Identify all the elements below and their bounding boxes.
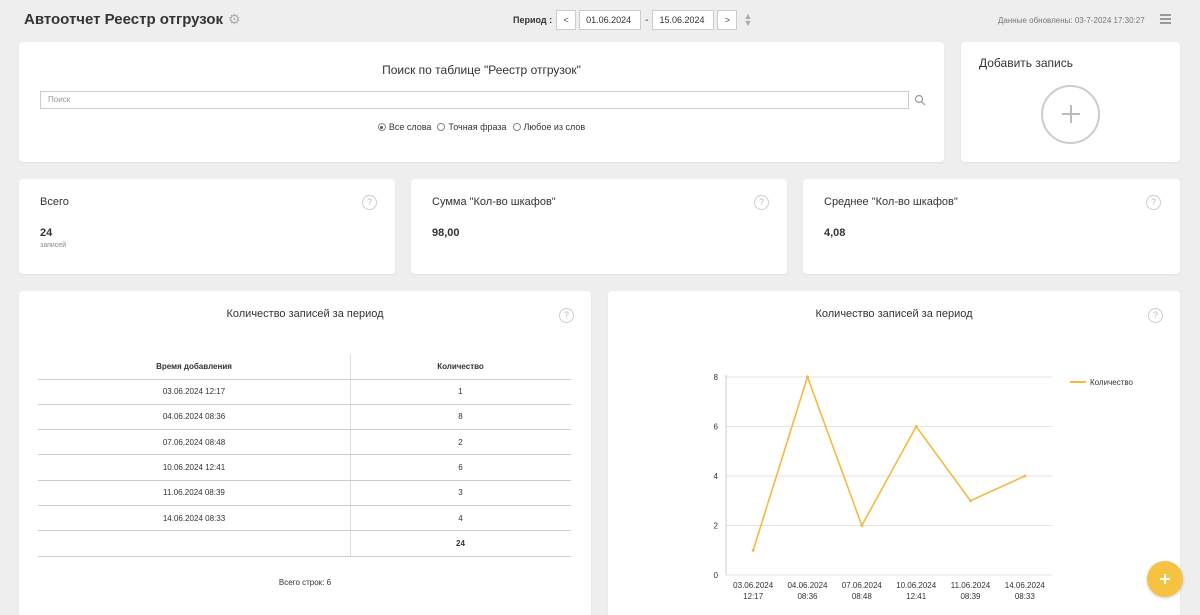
table-row[interactable]: 11.06.2024 08:39 3 bbox=[38, 480, 571, 506]
data-point bbox=[1023, 474, 1027, 478]
cell-time: 14.06.2024 08:33 bbox=[38, 505, 350, 532]
cell-total: 24 bbox=[350, 530, 571, 557]
stat-title: Всего bbox=[40, 196, 69, 208]
help-icon[interactable]: ? bbox=[754, 195, 769, 210]
table-row[interactable]: 14.06.2024 08:33 4 bbox=[38, 505, 571, 532]
stat-value: 24 bbox=[40, 227, 53, 239]
search-input[interactable]: Поиск bbox=[40, 91, 909, 109]
cell-time: 11.06.2024 08:39 bbox=[38, 480, 350, 506]
search-icon[interactable] bbox=[914, 94, 926, 106]
cell-count: 2 bbox=[350, 429, 571, 456]
radio-label: Любое из слов bbox=[523, 122, 586, 132]
period-label: Период : bbox=[513, 15, 553, 25]
data-point bbox=[969, 499, 972, 503]
legend-label: Количество bbox=[1090, 378, 1134, 387]
stat-card-sum: Сумма "Кол-во шкафов" 98,00 ? bbox=[411, 179, 787, 274]
x-tick-label: 14.06.2024 08:33 bbox=[1005, 581, 1046, 601]
stat-subtitle: записей bbox=[40, 242, 67, 249]
help-icon[interactable]: ? bbox=[559, 308, 574, 323]
cell-empty bbox=[38, 530, 350, 557]
period-selector: Период : < 01.06.2024 - 15.06.2024 > ▲ ▼ bbox=[513, 10, 752, 30]
stat-card-total: Всего 24 записей ? bbox=[19, 179, 395, 274]
data-point bbox=[860, 524, 864, 527]
help-icon[interactable]: ? bbox=[362, 195, 377, 210]
prev-period-button[interactable]: < bbox=[556, 10, 577, 30]
add-record-title: Добавить запись bbox=[979, 56, 1073, 70]
y-tick-label: 2 bbox=[714, 522, 719, 531]
floating-add-button[interactable] bbox=[1147, 561, 1183, 597]
y-tick-label: 8 bbox=[714, 373, 719, 382]
data-point bbox=[914, 425, 918, 428]
stat-value: 98,00 bbox=[432, 227, 460, 239]
cell-count: 8 bbox=[350, 404, 571, 431]
line-chart: 0 2 4 6 8 03.06.2024 12:17 04.06.2024 08:36 07.06… bbox=[714, 373, 1134, 601]
records-chart-panel: Количество записей за период ? 0 2 4 6 8 03.0… bbox=[608, 291, 1180, 615]
sort-icon[interactable]: ▲ ▼ bbox=[743, 12, 752, 28]
help-icon[interactable]: ? bbox=[1146, 195, 1161, 210]
date-from-input[interactable]: 01.06.2024 bbox=[579, 10, 642, 30]
data-point bbox=[806, 375, 809, 379]
gear-icon[interactable]: ⚙ bbox=[228, 12, 242, 26]
y-tick-label: 4 bbox=[714, 472, 719, 481]
x-tick-label: 07.06.2024 08:48 bbox=[842, 581, 883, 601]
cell-time: 04.06.2024 08:36 bbox=[38, 404, 350, 431]
cell-time: 07.06.2024 08:48 bbox=[38, 429, 350, 456]
cell-count: 6 bbox=[350, 454, 571, 481]
top-bar: Автоотчет Реестр отгрузок ⚙ Период : < 0… bbox=[0, 0, 1200, 40]
cell-count: 4 bbox=[350, 505, 571, 532]
x-tick-label: 03.06.2024 12:17 bbox=[733, 581, 774, 601]
cell-count: 3 bbox=[350, 480, 571, 506]
radio-label: Все слова bbox=[388, 122, 432, 132]
radio-exact-phrase[interactable]: Точная фраза bbox=[437, 122, 507, 132]
stat-title: Сумма "Кол-во шкафов" bbox=[432, 196, 556, 208]
column-header[interactable]: Время добавления bbox=[38, 354, 350, 380]
radio-label: Точная фраза bbox=[448, 122, 507, 132]
date-to-input[interactable]: 15.06.2024 bbox=[652, 10, 715, 30]
stat-value: 4,08 bbox=[824, 227, 846, 239]
radio-indicator[interactable] bbox=[512, 123, 521, 131]
cell-time: 03.06.2024 12:17 bbox=[38, 379, 350, 405]
date-separator: - bbox=[645, 14, 649, 26]
x-tick-label: 10.06.2024 12:41 bbox=[896, 581, 937, 601]
search-panel: Поиск по таблице "Реестр отгрузок" Поиск… bbox=[19, 42, 944, 162]
search-mode-options: Все слова Точная фраза Любое из слов bbox=[19, 122, 944, 132]
stat-title: Среднее "Кол-во шкафов" bbox=[824, 196, 958, 208]
x-tick-label: 04.06.2024 08:36 bbox=[787, 581, 828, 601]
data-point bbox=[751, 548, 755, 552]
stat-card-average: Среднее "Кол-во шкафов" 4,08 ? bbox=[803, 179, 1180, 274]
panel-title: Количество записей за период bbox=[226, 308, 384, 320]
search-title: Поиск по таблице "Реестр отгрузок" bbox=[382, 63, 581, 77]
cell-time: 10.06.2024 12:41 bbox=[38, 454, 350, 481]
table-header-row: Время добавления Количество bbox=[38, 354, 571, 380]
radio-indicator[interactable] bbox=[437, 123, 446, 131]
page-title: Автоотчет Реестр отгрузок bbox=[24, 11, 224, 28]
total-rows-label: Всего строк: 6 bbox=[278, 578, 332, 587]
radio-any-word[interactable]: Любое из слов bbox=[512, 122, 586, 132]
x-tick-label: 11.06.2024 08:39 bbox=[951, 581, 991, 601]
y-tick-label: 6 bbox=[714, 423, 719, 432]
table-total-row: 24 bbox=[38, 530, 571, 557]
table-row[interactable]: 07.06.2024 08:48 2 bbox=[38, 429, 571, 456]
cell-count: 1 bbox=[350, 379, 571, 405]
table-row[interactable]: 04.06.2024 08:36 8 bbox=[38, 404, 571, 431]
records-table-panel: Количество записей за период ? Время доб… bbox=[19, 291, 591, 615]
table-row[interactable]: 03.06.2024 12:17 1 bbox=[38, 379, 571, 405]
radio-all-words[interactable]: Все слова bbox=[377, 122, 432, 132]
menu-icon[interactable] bbox=[1160, 14, 1171, 24]
add-record-button[interactable] bbox=[1041, 85, 1100, 144]
radio-indicator[interactable] bbox=[377, 123, 386, 131]
series-line bbox=[752, 374, 1026, 551]
table-row[interactable]: 10.06.2024 12:41 6 bbox=[38, 454, 571, 481]
next-period-button[interactable]: > bbox=[717, 10, 738, 30]
add-record-panel: Добавить запись bbox=[961, 42, 1180, 162]
updated-timestamp: Данные обновлены: 03-7-2024 17:30:27 bbox=[998, 16, 1145, 25]
y-tick-label: 0 bbox=[714, 571, 719, 580]
records-table: Время добавления Количество 03.06.2024 1… bbox=[38, 354, 571, 557]
column-header[interactable]: Количество bbox=[350, 354, 571, 380]
